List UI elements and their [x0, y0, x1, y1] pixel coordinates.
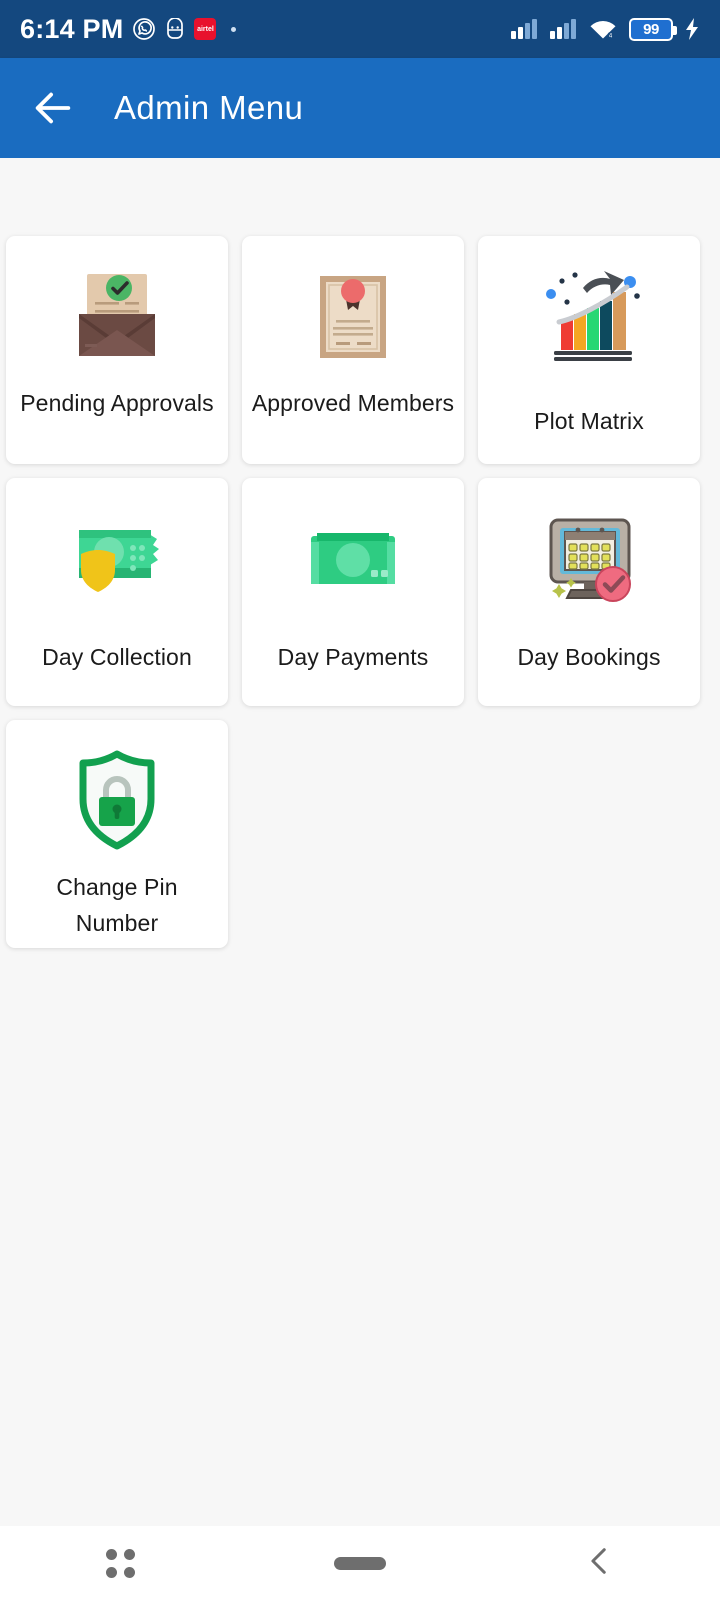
- menu-card-label: Approved Members: [251, 390, 455, 416]
- battery-icon: 99: [629, 17, 677, 41]
- whatsapp-icon: [132, 17, 156, 41]
- home-button[interactable]: [300, 1526, 420, 1600]
- menu-card-change-pin-number[interactable]: Change Pin Number: [6, 720, 228, 948]
- envelope-check-icon: [57, 258, 177, 378]
- home-pill-icon: [334, 1556, 386, 1570]
- airtel-icon: airtel: [194, 18, 217, 40]
- arrow-left-icon[interactable]: [30, 85, 76, 131]
- menu-card-plot-matrix[interactable]: Plot Matrix: [478, 236, 700, 464]
- money-shield-icon: [57, 500, 177, 620]
- airtel-label: airtel: [197, 25, 214, 33]
- back-button[interactable]: [540, 1526, 660, 1600]
- four-dots-icon: [105, 1548, 135, 1578]
- wifi-icon: 4: [588, 18, 618, 41]
- menu-card-label: Day Payments: [277, 644, 429, 670]
- shield-lock-icon: [57, 742, 177, 862]
- menu-card-pending-approvals[interactable]: Pending Approvals: [6, 236, 228, 464]
- menu-card-label: Day Bookings: [517, 644, 661, 670]
- menu-card-approved-members[interactable]: Approved Members: [242, 236, 464, 464]
- status-bar: 6:14 PM airtel 4 99: [0, 0, 720, 58]
- certificate-seal-icon: [293, 258, 413, 378]
- menu-card-day-collection[interactable]: Day Collection: [6, 478, 228, 706]
- menu-card-label: Plot Matrix: [534, 408, 644, 434]
- monitor-calendar-check-icon: [529, 500, 649, 620]
- recents-button[interactable]: [60, 1526, 180, 1600]
- menu-card-label: Change Pin Number: [56, 874, 178, 936]
- battery-level-label: 99: [643, 20, 659, 38]
- menu-card-label: Pending Approvals: [20, 390, 214, 416]
- page-title: Admin Menu: [114, 89, 304, 126]
- menu-grid: Pending Approvals Approved Members Plot …: [0, 158, 720, 948]
- bar-chart-growth-icon: [529, 258, 649, 378]
- charging-bolt-icon: [684, 17, 700, 41]
- phone-screen: 6:14 PM airtel 4 99 Admin Menu Pending A…: [0, 0, 720, 1600]
- signal-1-icon: [510, 18, 538, 40]
- app-bar: Admin Menu: [0, 58, 720, 158]
- banknote-icon: [293, 500, 413, 620]
- status-bar-time: 6:14 PM: [20, 13, 124, 44]
- signal-2-icon: [549, 18, 577, 40]
- dot-indicator-icon: [231, 26, 237, 32]
- menu-card-label: Day Collection: [42, 644, 192, 670]
- menu-card-day-payments[interactable]: Day Payments: [242, 478, 464, 706]
- menu-content: Pending Approvals Approved Members Plot …: [0, 158, 720, 1526]
- app-icon: [165, 18, 185, 40]
- chevron-left-icon: [583, 1544, 617, 1583]
- status-bar-system-icons: 4 99: [510, 17, 700, 41]
- system-nav-bar: [0, 1526, 720, 1600]
- menu-card-day-bookings[interactable]: Day Bookings: [478, 478, 700, 706]
- status-bar-notification-icons: airtel: [132, 17, 237, 41]
